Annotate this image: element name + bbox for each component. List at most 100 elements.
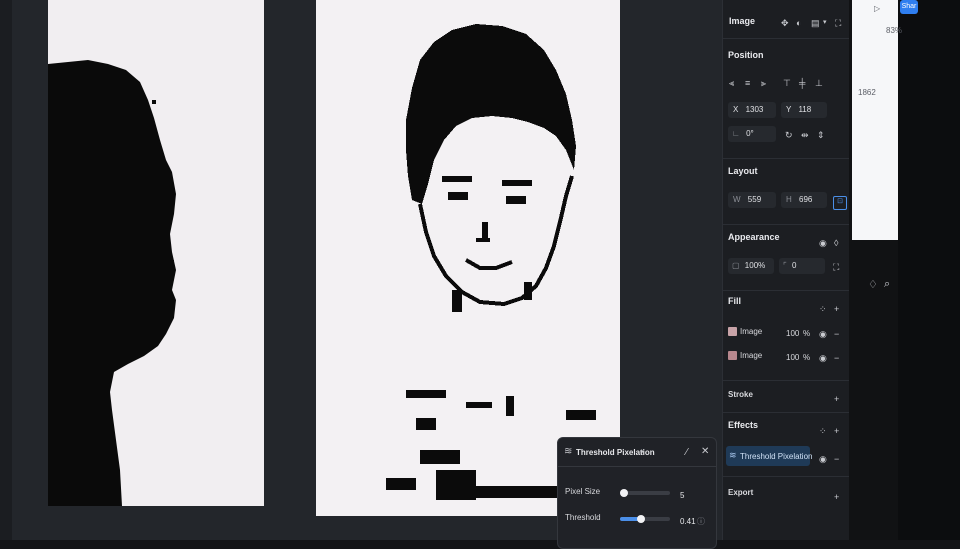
info-icon[interactable]: ⓘ	[697, 516, 705, 527]
close-icon[interactable]: ✕	[701, 446, 709, 457]
crop-icon[interactable]: ⛶	[835, 18, 841, 28]
pixel-size-slider-handle[interactable]	[620, 489, 628, 497]
background-window-panel: ▷ 1862	[852, 0, 898, 240]
remove-icon[interactable]: −	[834, 353, 839, 363]
fill-item-opacity: 100	[786, 353, 800, 362]
threshold-slider-handle[interactable]	[636, 515, 645, 523]
silhouette-image	[48, 60, 176, 506]
effect-item[interactable]: ≋ Threshold Pixelation	[726, 446, 813, 466]
search-icon[interactable]: ⌕	[884, 278, 890, 291]
play-icon[interactable]: ▷	[874, 4, 882, 13]
position-title: Position	[728, 50, 764, 60]
flip-vertical-icon[interactable]: ⇕	[817, 130, 825, 140]
width-field[interactable]: W 559	[728, 192, 776, 208]
bell-icon[interactable]: ♢	[868, 278, 878, 291]
component-icon[interactable]: ✥	[781, 18, 789, 28]
eye-icon[interactable]: ◉	[819, 454, 827, 464]
divider	[723, 38, 849, 39]
rotate-icon[interactable]: ↻	[785, 130, 793, 140]
reset-icon[interactable]: ⁄	[686, 447, 688, 458]
opacity-icon: ▢	[732, 261, 740, 270]
opacity-field[interactable]: ▢ 100%	[728, 258, 774, 274]
height-label: H	[786, 195, 792, 204]
align-left-icon[interactable]: ⫷	[729, 78, 734, 88]
image-thumbnail-icon	[728, 327, 737, 336]
appearance-title: Appearance	[728, 232, 780, 242]
add-fill-icon[interactable]: +	[834, 304, 839, 314]
y-field[interactable]: Y 118	[781, 102, 827, 118]
add-stroke-icon[interactable]: +	[834, 394, 839, 404]
corner-expand-icon[interactable]: ⛶	[833, 262, 839, 272]
align-top-icon[interactable]: ⊤	[783, 78, 791, 88]
x-field[interactable]: X 1303	[728, 102, 776, 118]
waves-icon: ≋	[564, 446, 573, 457]
layout-section: Layout W 559 H 696 ⊡	[723, 166, 849, 220]
fill-section: Fill ⁘ + Image 100 % ◉ − Image 100 % ◉ −	[723, 296, 849, 376]
panel-header: Image ✥ ◐ ▤ ▾ ⛶	[723, 14, 849, 34]
effects-section: Effects ⁘ + ≋ Threshold Pixelation ◉ −	[723, 420, 849, 470]
divider	[723, 290, 849, 291]
fill-item-label: Image	[740, 327, 763, 336]
effect-item-label: Threshold Pixelation	[740, 452, 813, 461]
threshold-label: Threshold	[565, 513, 601, 522]
left-toolbar-edge	[0, 0, 12, 540]
fill-item[interactable]: Image 100 % ◉ −	[728, 324, 844, 340]
fill-item-opacity: 100	[786, 329, 800, 338]
remove-icon[interactable]: −	[834, 329, 839, 339]
width-value: 559	[747, 195, 762, 204]
add-effect-icon[interactable]: +	[834, 426, 839, 436]
chevron-down-icon[interactable]: ▾	[823, 18, 827, 28]
partial-value: 1862	[858, 88, 876, 97]
layers-icon[interactable]: ▤	[811, 18, 820, 28]
share-button[interactable]: Shar	[900, 0, 918, 14]
chevron-down-icon[interactable]: ▾	[640, 448, 644, 456]
y-label: Y	[786, 105, 792, 114]
fill-item-unit: %	[803, 329, 811, 338]
export-section: Export +	[723, 486, 849, 506]
background-window-sidebar: Shar 83% ♢ ⌕	[868, 0, 960, 540]
threshold-pixelation-popup[interactable]: ≋ Threshold Pixelation ▾ ⁄ ✕ Pixel Size …	[557, 437, 717, 549]
styles-icon[interactable]: ⁘	[819, 426, 827, 436]
rotation-field[interactable]: ∟ 0°	[728, 126, 776, 142]
height-field[interactable]: H 696	[781, 192, 827, 208]
export-title: Export	[728, 488, 754, 497]
height-value: 696	[799, 195, 813, 204]
corner-radius-icon: ⌜	[783, 261, 787, 270]
properties-panel: Image ✥ ◐ ▤ ▾ ⛶ Position ⫷ ≡ ⫸ ⊤ ╪ ⊥ X 1…	[722, 0, 849, 540]
flip-horizontal-icon[interactable]: ⇹	[801, 130, 809, 140]
stroke-title: Stroke	[728, 390, 753, 399]
divider	[723, 380, 849, 381]
align-center-icon[interactable]: ≡	[745, 78, 750, 88]
drop-icon[interactable]: ◊	[834, 238, 838, 248]
align-right-icon[interactable]: ⫸	[761, 78, 766, 88]
effects-title: Effects	[728, 420, 759, 430]
constrain-proportions-icon[interactable]: ⊡	[833, 196, 847, 210]
fill-item-unit: %	[803, 353, 811, 362]
add-export-icon[interactable]: +	[834, 492, 839, 502]
width-label: W	[733, 195, 741, 204]
divider	[723, 412, 849, 413]
rotation-value: 0°	[746, 129, 754, 138]
eye-icon[interactable]: ◉	[819, 238, 827, 248]
align-middle-icon[interactable]: ╪	[799, 78, 805, 88]
divider	[723, 158, 849, 159]
threshold-value[interactable]: 0.41	[680, 517, 696, 526]
opacity-value: 100%	[744, 261, 766, 270]
corner-radius-field[interactable]: ⌜ 0	[779, 258, 825, 274]
remove-icon[interactable]: −	[834, 454, 839, 464]
fill-item[interactable]: Image 100 % ◉ −	[728, 348, 844, 364]
eye-icon[interactable]: ◉	[819, 353, 827, 363]
artboard-silhouette[interactable]	[48, 0, 264, 506]
align-bottom-icon[interactable]: ⊥	[815, 78, 823, 88]
eye-icon[interactable]: ◉	[819, 329, 827, 339]
pixel-size-value[interactable]: 5	[680, 491, 684, 500]
image-thumbnail-icon	[728, 351, 737, 360]
y-value: 118	[798, 105, 812, 114]
panel-title: Image	[729, 16, 756, 26]
contrast-icon[interactable]: ◐	[796, 18, 801, 28]
fill-title: Fill	[728, 296, 741, 306]
styles-icon[interactable]: ⁘	[819, 304, 827, 314]
layout-title: Layout	[728, 166, 758, 176]
position-section: Position ⫷ ≡ ⫸ ⊤ ╪ ⊥ X 1303 Y 118 ∟ 0° ↻…	[723, 50, 849, 150]
corner-radius-value: 0	[791, 261, 797, 270]
